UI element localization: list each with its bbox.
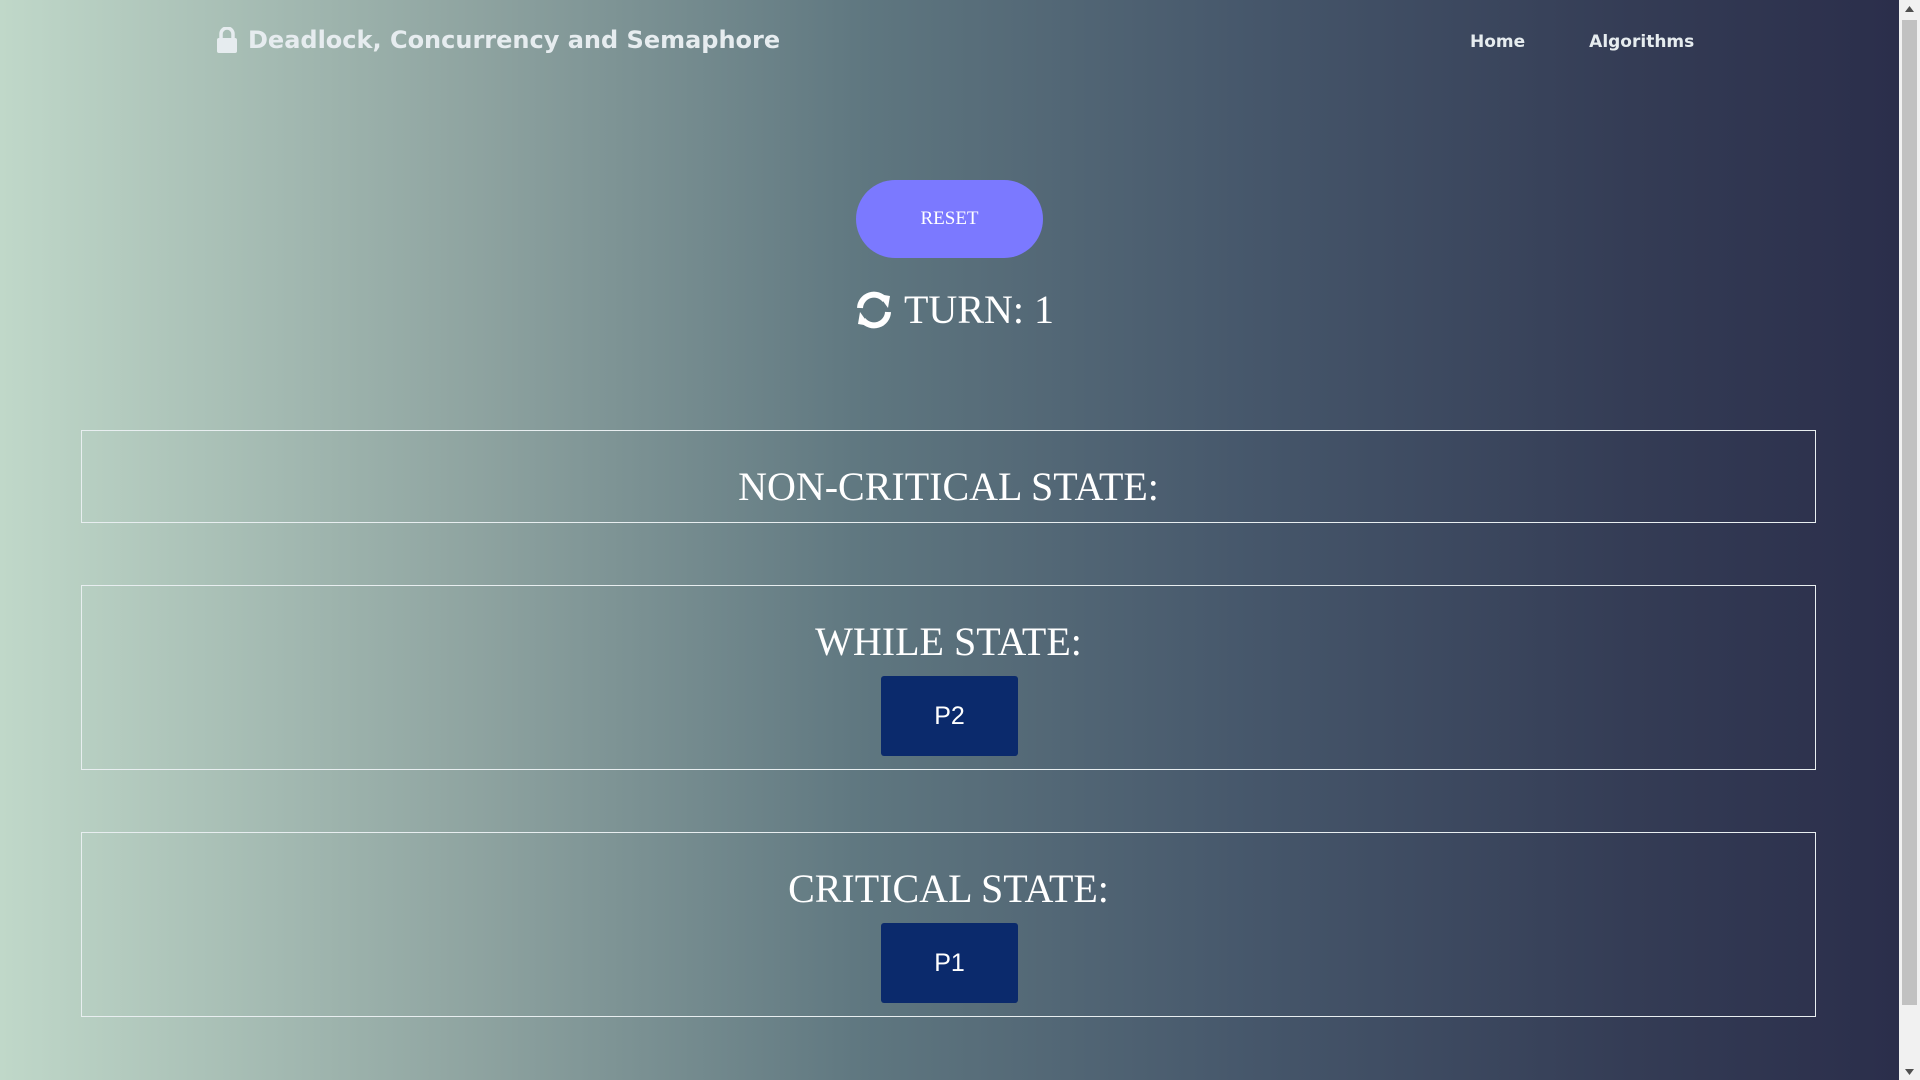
- scroll-down-arrow-icon[interactable]: [1899, 1063, 1920, 1080]
- nav-link-home[interactable]: Home: [1470, 32, 1525, 52]
- turn-text: TURN: 1: [904, 287, 1054, 332]
- lock-icon: [216, 27, 238, 53]
- vertical-scrollbar[interactable]: [1899, 0, 1920, 1080]
- non-critical-state-title: NON-CRITICAL STATE:: [738, 464, 1159, 509]
- process-block-p2[interactable]: P2: [881, 676, 1018, 756]
- nav-link-algorithms[interactable]: Algorithms: [1589, 32, 1694, 52]
- nav-links: Home Algorithms: [1470, 32, 1694, 52]
- critical-state-panel: CRITICAL STATE: P1: [81, 832, 1816, 1017]
- non-critical-state-panel: NON-CRITICAL STATE:: [81, 430, 1816, 523]
- reset-button[interactable]: RESET: [856, 180, 1043, 258]
- navbar: Deadlock, Concurrency and Semaphore Home…: [0, 0, 1899, 90]
- brand-title: Deadlock, Concurrency and Semaphore: [248, 26, 781, 54]
- brand[interactable]: Deadlock, Concurrency and Semaphore: [216, 26, 780, 54]
- turn-indicator: TURN: 1: [854, 286, 1054, 333]
- scrollbar-thumb[interactable]: [1902, 20, 1917, 1005]
- process-block-p1[interactable]: P1: [881, 923, 1018, 1003]
- refresh-icon: [854, 290, 894, 330]
- while-state-panel: WHILE STATE: P2: [81, 585, 1816, 770]
- while-state-title: WHILE STATE:: [815, 619, 1082, 664]
- critical-state-title: CRITICAL STATE:: [788, 866, 1109, 911]
- scroll-up-arrow-icon[interactable]: [1899, 0, 1920, 17]
